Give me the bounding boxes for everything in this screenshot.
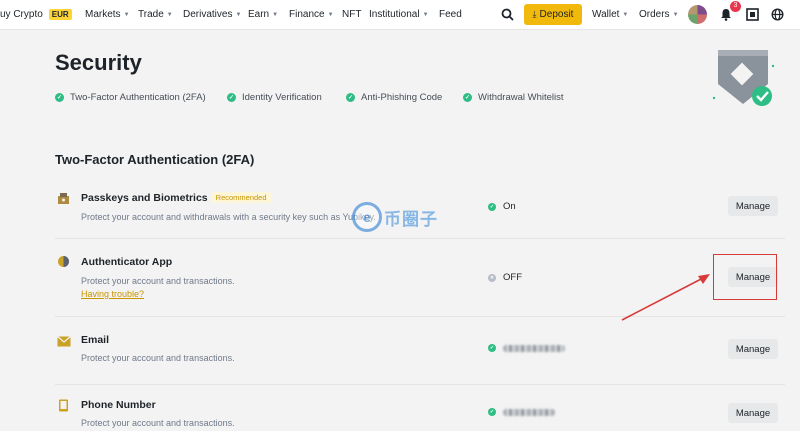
security-checklist: ✓ Two-Factor Authentication (2FA) ✓ Iden… [55,92,564,103]
list-item-phone: Phone Number Protect your account and tr… [55,385,785,431]
buy-crypto-label: uy Crypto [0,9,43,20]
nav-institutional-label: Institutional [369,9,420,20]
notification-badge: 3 [730,1,741,12]
watermark-text: 币圈子 [384,209,438,230]
chevron-down-icon: ▼ [166,11,173,18]
security-shield-illustration [712,46,776,110]
row-title: Authenticator App [81,256,173,268]
nav-markets[interactable]: Markets ▼ [85,9,130,20]
status-badge: ✕ OFF [488,272,522,283]
x-circle-icon: ✕ [488,273,496,282]
check-circle-icon: ✓ [227,93,236,102]
nav-feed[interactable]: Feed [439,9,462,20]
chevron-down-icon: ▼ [272,11,279,18]
check-circle-icon: ✓ [55,93,64,102]
having-trouble-link[interactable]: Having trouble? [81,289,144,299]
chevron-down-icon: ▼ [622,11,629,18]
annotation-arrow-icon [621,274,710,321]
check-circle-icon: ✓ [488,408,496,416]
chevron-down-icon: ▼ [672,11,679,18]
nav-feed-label: Feed [439,9,462,20]
list-item-email: Email Protect your account and transacti… [55,317,785,385]
check-label: Identity Verification [242,92,322,103]
nav-nft-label: NFT [342,9,362,20]
check-item-identity: ✓ Identity Verification [227,92,346,103]
download-icon: ⤓ [532,9,537,19]
nav-trade-label: Trade [138,9,164,20]
annotation-highlight-box [713,254,777,300]
check-circle-icon: ✓ [346,93,355,102]
row-description: Protect your account and withdrawals wit… [81,212,376,222]
status-text: On [503,201,516,212]
row-title: Passkeys and Biometrics Recommended [81,192,271,204]
check-item-anti-phishing: ✓ Anti-Phishing Code [346,92,463,103]
manage-button-passkeys[interactable]: Manage [728,196,778,216]
redacted-phone [503,408,555,416]
authenticator-icon [57,255,70,268]
chevron-down-icon: ▼ [235,11,242,18]
nav-finance-label: Finance [289,9,325,20]
row-title: Email [81,334,110,346]
nav-earn[interactable]: Earn ▼ [248,9,278,20]
redacted-email [503,344,565,352]
status-badge: ✓ [488,408,555,416]
nav-nft[interactable]: NFT [342,9,361,20]
check-circle-icon: ✓ [488,202,496,211]
recommended-badge: Recommended [211,192,271,203]
deposit-label: Deposit [539,9,574,20]
nav-earn-label: Earn [248,9,270,20]
section-title-2fa: Two-Factor Authentication (2FA) [55,152,255,167]
nav-wallet-label: Wallet [592,9,620,20]
check-label: Anti-Phishing Code [361,92,443,103]
check-item-whitelist: ✓ Withdrawal Whitelist [463,92,564,103]
page-title: Security [55,50,142,75]
check-item-2fa: ✓ Two-Factor Authentication (2FA) [55,92,227,103]
status-text: OFF [503,272,522,283]
nav-orders[interactable]: Orders ▼ [639,9,679,20]
nav-wallet[interactable]: Wallet ▼ [592,9,628,20]
qr-scan-icon[interactable] [744,6,760,22]
deposit-button[interactable]: ⤓ Deposit [524,4,582,25]
nav-trade[interactable]: Trade ▼ [138,9,173,20]
chevron-down-icon: ▼ [123,11,130,18]
currency-badge[interactable]: EUR [48,9,72,20]
row-title: Phone Number [81,399,156,411]
passkey-icon [57,192,70,205]
nav-derivatives[interactable]: Derivatives ▼ [183,9,241,20]
email-icon [57,334,71,347]
globe-icon[interactable] [769,6,785,22]
shield-icon [712,50,775,106]
nav-derivatives-label: Derivatives [183,9,233,20]
top-nav: uy Crypto EUR Markets ▼ Trade ▼ Derivative… [0,0,800,30]
check-circle-icon: ✓ [463,93,472,102]
chevron-down-icon: ▼ [327,11,334,18]
phone-icon [57,399,70,412]
check-circle-icon: ✓ [488,344,496,352]
status-badge: ✓ On [488,201,516,212]
check-label: Two-Factor Authentication (2FA) [70,92,206,103]
manage-button-email[interactable]: Manage [728,339,778,359]
buy-crypto-menu[interactable]: uy Crypto EUR [0,9,72,20]
avatar[interactable] [688,5,707,24]
watermark-logo-icon: e [352,202,382,232]
check-label: Withdrawal Whitelist [478,92,564,103]
watermark: e 币圈子 [352,197,452,237]
status-badge: ✓ [488,344,565,352]
row-description: Protect your account and transactions. [81,276,235,286]
nav-markets-label: Markets [85,9,121,20]
row-description: Protect your account and transactions. [81,418,235,428]
row-description: Protect your account and transactions. [81,353,235,363]
row-title-text: Passkeys and Biometrics [81,192,208,204]
nav-orders-label: Orders [639,9,670,20]
chevron-down-icon: ▼ [422,11,429,18]
nav-institutional[interactable]: Institutional ▼ [369,9,429,20]
search-icon[interactable] [499,6,515,22]
manage-button-phone[interactable]: Manage [728,403,778,423]
nav-finance[interactable]: Finance ▼ [289,9,334,20]
